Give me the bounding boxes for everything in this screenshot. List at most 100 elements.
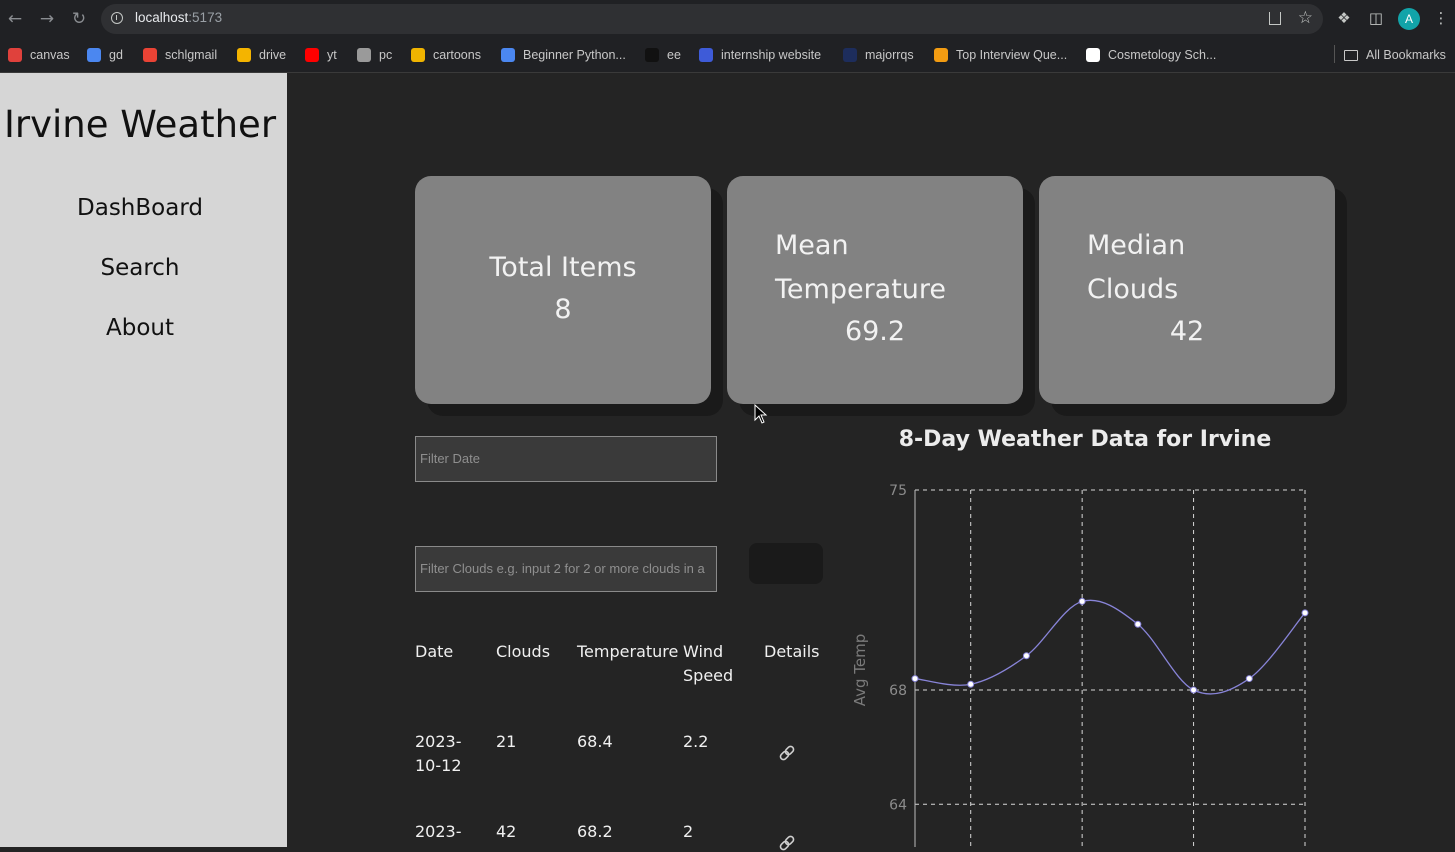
mouse-cursor-icon — [754, 404, 768, 424]
bookmark-favicon-icon — [645, 48, 659, 62]
details-link-icon[interactable] — [778, 744, 796, 762]
cell-temperature: 68.4 — [577, 732, 613, 751]
total-items-card: Total Items 8 — [415, 176, 711, 404]
bookmark-favicon-icon — [1086, 48, 1100, 62]
card-value: 69.2 — [844, 316, 906, 347]
bookmarks-bar: canvas gd schlgmail drive yt pc cartoons Beginn… — [0, 38, 1455, 73]
header-wind-speed: Wind Speed — [683, 642, 734, 685]
data-point — [1190, 686, 1198, 694]
cell-wind: 2.2 — [683, 732, 709, 751]
all-bookmarks-button[interactable]: All Bookmarks — [1344, 46, 1446, 64]
folder-icon — [1344, 49, 1358, 61]
bookmark-label: drive — [259, 48, 287, 62]
bookmark-11[interactable]: Top Interview Que... — [934, 46, 1067, 64]
bookmarks-divider — [1334, 45, 1335, 63]
bookmark-label: ee — [667, 48, 681, 62]
bookmark-label: Top Interview Que... — [956, 48, 1068, 62]
card-label: Clouds — [1087, 274, 1179, 305]
bookmark-5[interactable]: pc — [357, 46, 392, 64]
profile-avatar[interactable]: A — [1398, 8, 1420, 30]
cell-date: 2023-10-12 — [415, 732, 462, 775]
data-point — [1078, 597, 1086, 605]
bookmark-4[interactable]: yt — [305, 46, 337, 64]
bookmark-label: canvas — [30, 48, 70, 62]
card-label: Mean — [775, 230, 849, 261]
card-value: 42 — [1169, 316, 1205, 347]
header-date: Date — [415, 642, 454, 661]
cell-temperature: 68.2 — [577, 822, 613, 841]
cell-wind: 2 — [683, 822, 694, 841]
bookmark-favicon-icon — [305, 48, 319, 62]
url-text[interactable]: localhost:5173 — [135, 10, 222, 25]
bookmark-star-icon[interactable]: ☆ — [1298, 8, 1313, 28]
cell-clouds: 42 — [496, 822, 517, 841]
filter-submit-button[interactable] — [749, 543, 823, 584]
forward-icon[interactable]: → — [37, 9, 57, 29]
bookmark-favicon-icon — [143, 48, 157, 62]
temperature-line-chart: 75 68 64 Avg Temp — [851, 483, 1309, 847]
bookmark-2[interactable]: schlgmail — [143, 46, 217, 64]
bookmark-10[interactable]: majorrqs — [843, 46, 914, 64]
bookmark-favicon-icon — [357, 48, 371, 62]
site-info-icon[interactable] — [111, 12, 123, 24]
nav-search[interactable]: Search — [0, 255, 280, 281]
nav-about[interactable]: About — [0, 315, 280, 341]
details-link-icon[interactable] — [778, 834, 796, 852]
header-temperature: Temperature — [577, 642, 679, 661]
bookmark-1[interactable]: gd — [87, 46, 123, 64]
bookmark-favicon-icon — [87, 48, 101, 62]
data-point — [911, 675, 919, 683]
bookmark-8[interactable]: ee — [645, 46, 681, 64]
bookmark-favicon-icon — [843, 48, 857, 62]
bookmark-7[interactable]: Beginner Python... — [501, 46, 626, 64]
data-point — [1301, 609, 1309, 617]
y-tick-label: 75 — [889, 483, 907, 499]
data-point — [1134, 620, 1142, 628]
chart-title: 8-Day Weather Data for Irvine — [898, 427, 1272, 452]
extensions-icon[interactable]: ❖ — [1335, 9, 1353, 27]
filter-date-input[interactable]: Filter Date — [415, 436, 717, 482]
side-panel-icon[interactable]: ◫ — [1367, 9, 1385, 27]
bookmark-favicon-icon — [8, 48, 22, 62]
cell-clouds: 21 — [496, 732, 517, 751]
card-value: 8 — [554, 294, 572, 325]
bookmark-12[interactable]: Cosmetology Sch... — [1086, 46, 1216, 64]
data-point — [1245, 675, 1253, 683]
filter-clouds-input[interactable]: Filter Clouds e.g. input 2 for 2 or more… — [415, 546, 717, 592]
bookmark-label: Cosmetology Sch... — [1108, 48, 1217, 62]
bookmark-0[interactable]: canvas — [8, 46, 70, 64]
sidebar: Irvine Weather DashBoard Search About — [0, 73, 287, 847]
bookmark-label: gd — [109, 48, 123, 62]
bookmark-label: internship website — [721, 48, 822, 62]
header-details: Details — [764, 642, 820, 661]
back-icon[interactable]: ← — [5, 9, 25, 29]
bookmark-favicon-icon — [699, 48, 713, 62]
bookmark-label: yt — [327, 48, 337, 62]
cell-date: 2023- — [415, 822, 462, 841]
all-bookmarks-label: All Bookmarks — [1366, 48, 1446, 62]
bookmark-3[interactable]: drive — [237, 46, 286, 64]
bookmark-label: pc — [379, 48, 393, 62]
app-title: Irvine Weather — [3, 103, 277, 146]
nav-dashboard[interactable]: DashBoard — [0, 195, 280, 221]
bookmark-favicon-icon — [237, 48, 251, 62]
bookmark-9[interactable]: internship website — [699, 46, 821, 64]
address-bar[interactable]: localhost:5173 ☆ — [101, 4, 1323, 34]
reload-icon[interactable]: ↻ — [69, 9, 89, 29]
share-icon[interactable] — [1269, 12, 1281, 25]
y-tick-label: 68 — [889, 683, 907, 699]
bookmark-favicon-icon — [934, 48, 948, 62]
bookmark-6[interactable]: cartoons — [411, 46, 481, 64]
mean-temperature-card: Mean Temperature 69.2 — [727, 176, 1023, 404]
card-label: Temperature — [775, 274, 947, 305]
bookmark-label: schlgmail — [165, 48, 218, 62]
bookmark-label: Beginner Python... — [523, 48, 626, 62]
card-label: Median — [1087, 230, 1186, 261]
bookmark-label: cartoons — [433, 48, 481, 62]
bookmark-favicon-icon — [411, 48, 425, 62]
browser-toolbar: ← → ↻ localhost:5173 ☆ ❖ ◫ A ⋮ — [0, 0, 1455, 38]
bookmark-label: majorrqs — [865, 48, 914, 62]
data-point — [1022, 652, 1030, 660]
median-clouds-card: Median Clouds 42 — [1039, 176, 1335, 404]
menu-kebab-icon[interactable]: ⋮ — [1432, 9, 1450, 27]
